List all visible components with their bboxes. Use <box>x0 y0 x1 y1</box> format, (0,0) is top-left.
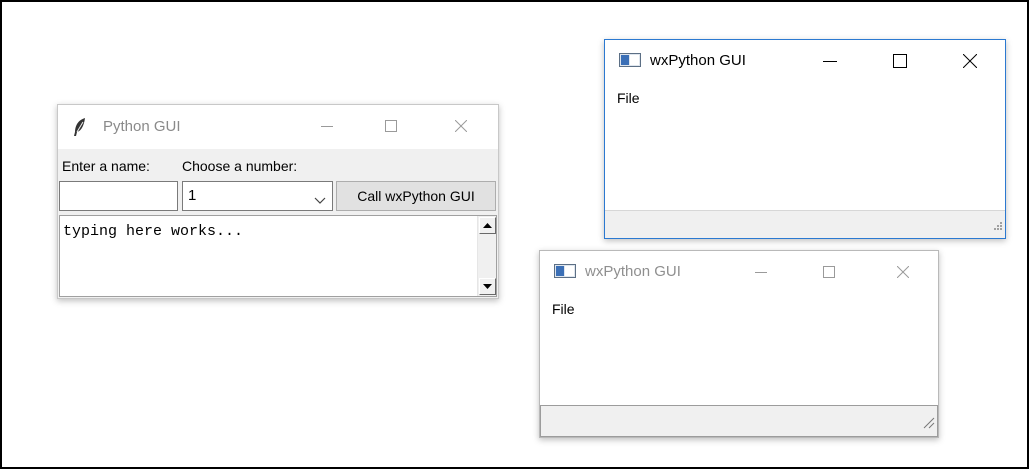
tk-body: Enter a name: Choose a number: 1 Call wx… <box>58 149 498 298</box>
menu-file[interactable]: File <box>552 301 575 317</box>
python-gui-window: Python GUI Enter a name: Choose a number… <box>57 104 499 299</box>
status-bar <box>540 405 938 437</box>
app-window-icon <box>619 53 641 71</box>
window-title: wxPython GUI <box>650 52 746 69</box>
scroll-down-arrow-icon[interactable] <box>479 278 496 295</box>
chevron-down-icon[interactable] <box>314 192 326 209</box>
wxpython-gui-window-inactive: wxPython GUI File <box>539 250 939 438</box>
name-label: Enter a name: <box>62 158 150 174</box>
client-area <box>605 115 1005 205</box>
vertical-scrollbar[interactable] <box>477 216 496 296</box>
close-button[interactable] <box>947 40 993 82</box>
maximize-button[interactable] <box>877 40 923 82</box>
title-bar[interactable]: wxPython GUI <box>540 251 938 293</box>
title-bar[interactable]: Python GUI <box>58 105 498 149</box>
close-button[interactable] <box>438 105 484 147</box>
client-area <box>540 326 938 404</box>
scroll-up-arrow-icon[interactable] <box>479 217 496 234</box>
call-wxpython-button[interactable]: Call wxPython GUI <box>336 181 496 211</box>
menu-bar: File <box>540 293 938 328</box>
status-bar <box>605 210 1005 238</box>
title-bar[interactable]: wxPython GUI <box>605 40 1005 82</box>
minimize-button[interactable] <box>807 40 853 82</box>
window-title: Python GUI <box>103 118 181 135</box>
number-combobox-value: 1 <box>188 187 197 204</box>
minimize-button[interactable] <box>304 105 350 147</box>
menu-bar: File <box>605 82 1005 117</box>
wxpython-gui-window-active: wxPython GUI File <box>604 39 1006 239</box>
number-label: Choose a number: <box>182 158 298 174</box>
feather-icon <box>72 117 88 141</box>
app-window-icon <box>554 264 576 282</box>
text-content: typing here works... <box>63 223 244 240</box>
scrolled-text-area[interactable]: typing here works... <box>59 215 497 297</box>
resize-grip-icon[interactable] <box>921 415 935 434</box>
resize-grip-icon[interactable] <box>993 218 1003 236</box>
menu-file[interactable]: File <box>617 90 640 106</box>
name-input[interactable] <box>59 181 178 211</box>
maximize-button[interactable] <box>368 105 414 147</box>
number-combobox[interactable]: 1 <box>182 181 333 211</box>
close-button[interactable] <box>880 251 926 293</box>
maximize-button[interactable] <box>806 251 852 293</box>
minimize-button[interactable] <box>738 251 784 293</box>
window-title: wxPython GUI <box>585 263 681 280</box>
